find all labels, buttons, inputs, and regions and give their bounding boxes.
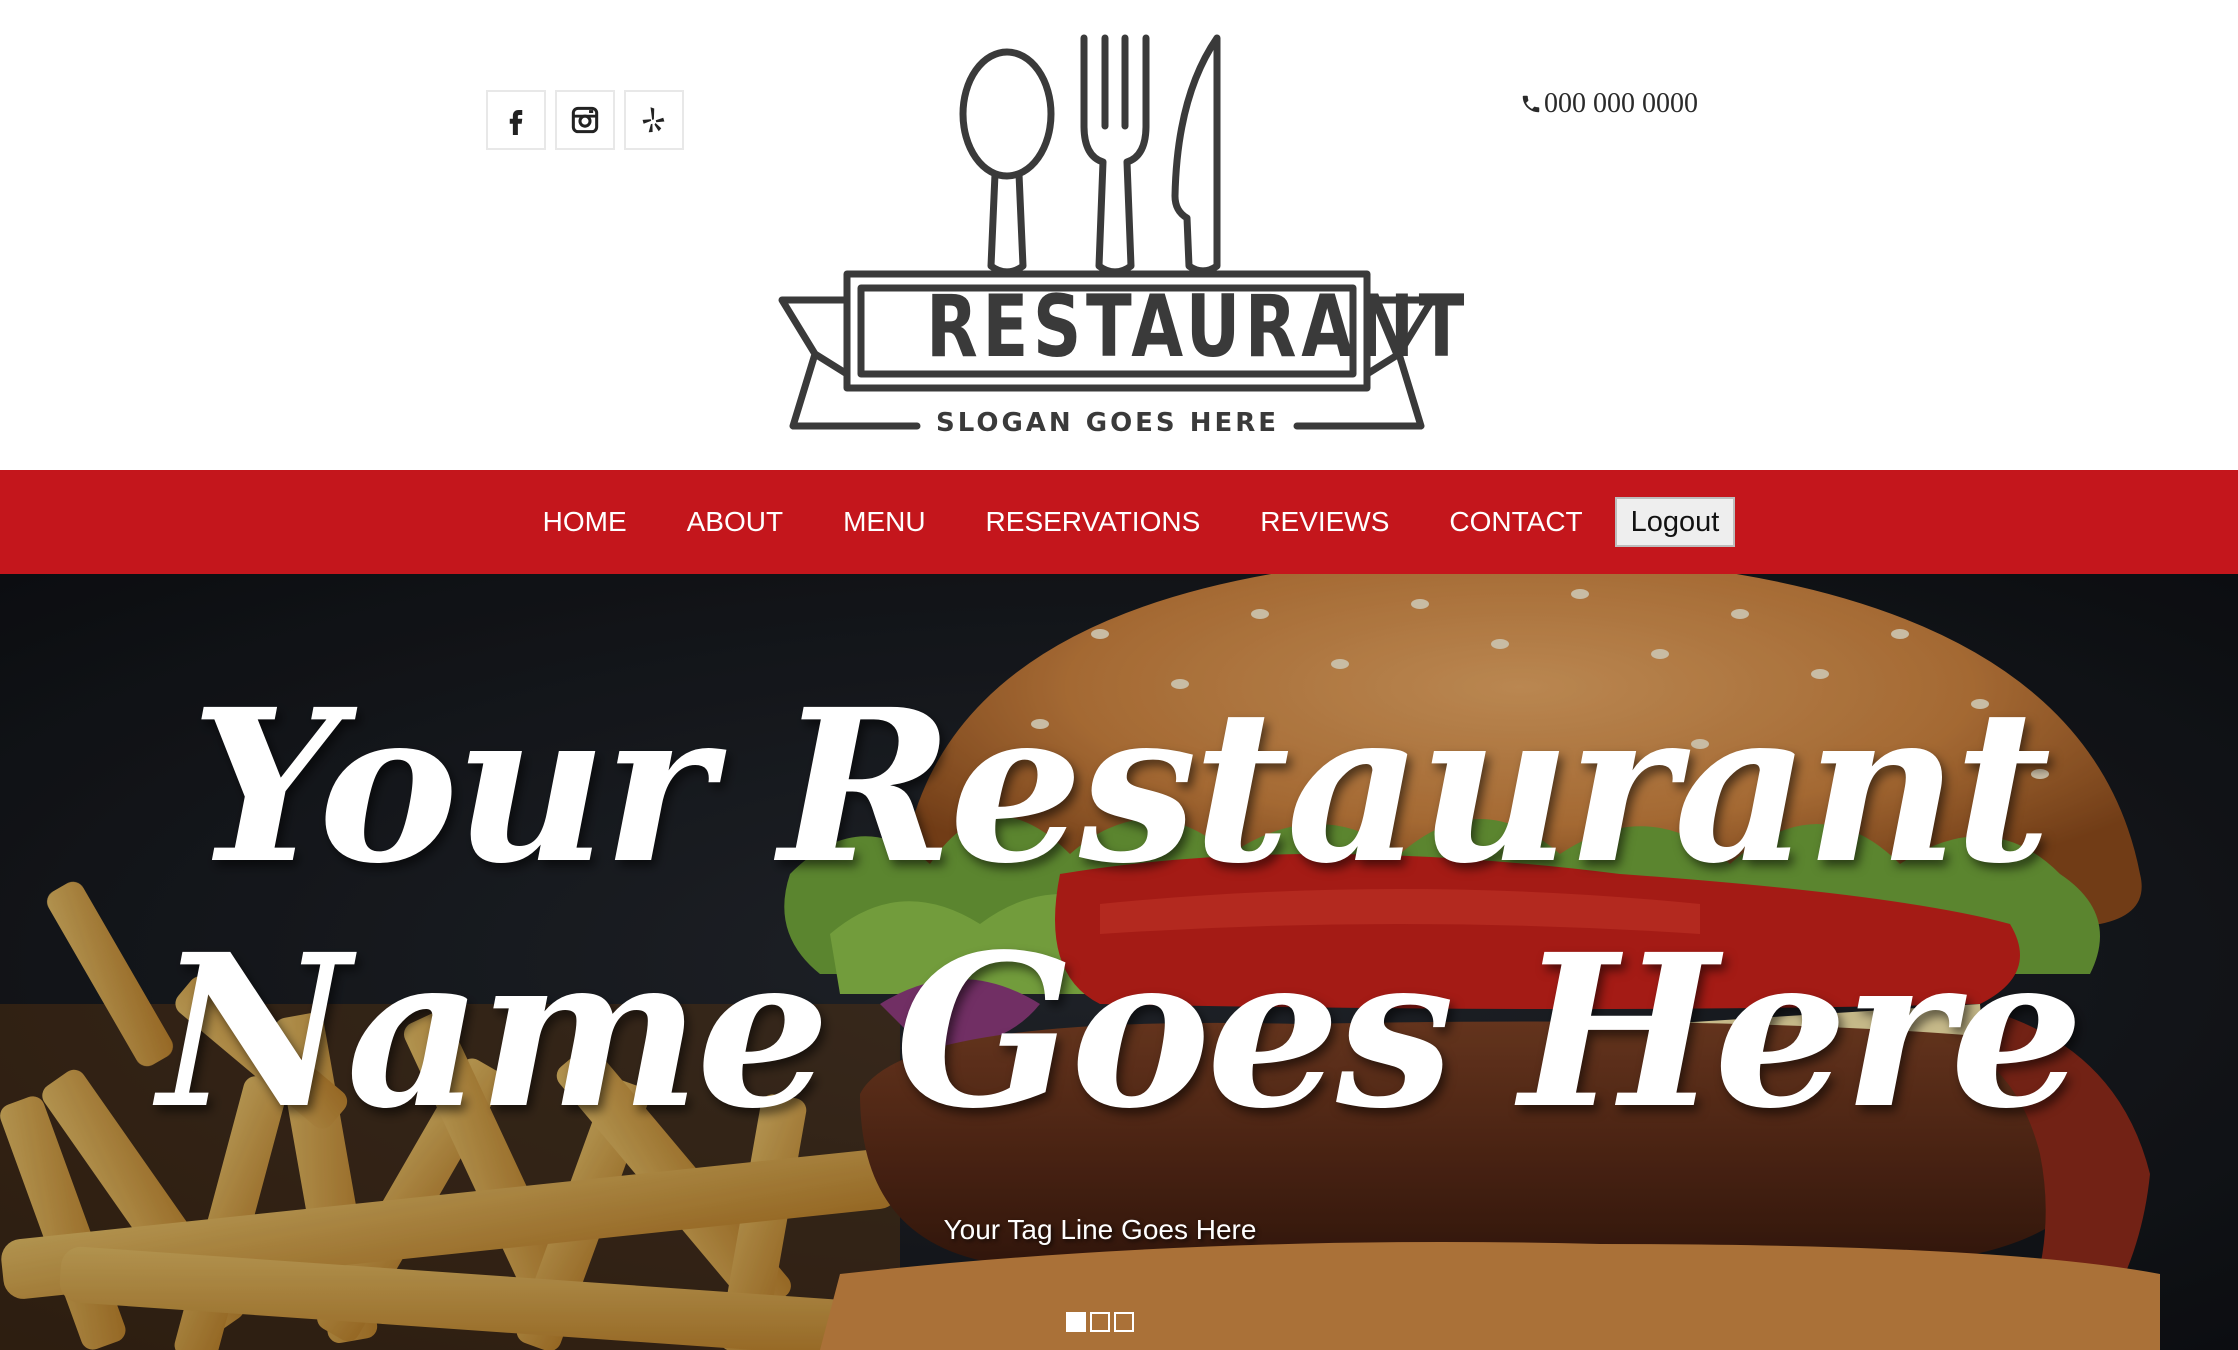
hero-title: Your Restaurant Name Goes Here xyxy=(0,664,2238,1154)
hero-title-line-2: Name Goes Here xyxy=(158,908,2084,1155)
logout-button[interactable]: Logout xyxy=(1614,497,1736,547)
nav-item-contact[interactable]: CONTACT xyxy=(1419,506,1612,538)
nav-item-about[interactable]: ABOUT xyxy=(657,506,813,538)
slide-dot-1[interactable] xyxy=(1066,1312,1086,1332)
hero-slider: Your Restaurant Name Goes Here Your Tag … xyxy=(0,574,2238,1350)
instagram-icon xyxy=(571,106,599,134)
slide-dot-3[interactable] xyxy=(1114,1312,1134,1332)
phone-icon xyxy=(1522,95,1540,113)
spoon-icon xyxy=(959,48,1055,276)
main-nav: HOME ABOUT MENU RESERVATIONS REVIEWS CON… xyxy=(0,470,2238,574)
yelp-icon xyxy=(642,107,665,133)
yelp-button[interactable] xyxy=(624,90,684,150)
facebook-button[interactable] xyxy=(486,90,546,150)
slide-dot-2[interactable] xyxy=(1090,1312,1110,1332)
facebook-icon xyxy=(509,110,523,135)
logo-name: RESTAURANT xyxy=(926,277,1470,377)
nav-item-menu[interactable]: MENU xyxy=(813,506,955,538)
logo-slogan: SLOGAN GOES HERE xyxy=(935,408,1280,438)
instagram-button[interactable] xyxy=(555,90,615,150)
nav-item-home[interactable]: HOME xyxy=(513,506,657,538)
site-header: RESTAURANT SLOGAN GOES HERE 000 000 0000 xyxy=(0,0,2238,470)
hero-title-line-1: Your Restaurant xyxy=(190,663,2052,910)
phone-contact[interactable]: 000 000 0000 xyxy=(1520,88,1698,120)
restaurant-logo[interactable]: RESTAURANT SLOGAN GOES HERE xyxy=(775,26,1470,446)
nav-item-reviews[interactable]: REVIEWS xyxy=(1230,506,1419,538)
fork-icon xyxy=(1080,34,1150,276)
logo-graphic xyxy=(778,34,1436,430)
phone-number: 000 000 0000 xyxy=(1544,88,1698,119)
social-links xyxy=(486,90,684,150)
hero-tagline: Your Tag Line Goes Here xyxy=(943,1214,1257,1245)
slider-pagination xyxy=(1066,1312,1134,1332)
nav-item-reservations[interactable]: RESERVATIONS xyxy=(956,506,1231,538)
nav-items: HOME ABOUT MENU RESERVATIONS REVIEWS CON… xyxy=(513,497,1736,547)
knife-icon xyxy=(1171,34,1221,275)
